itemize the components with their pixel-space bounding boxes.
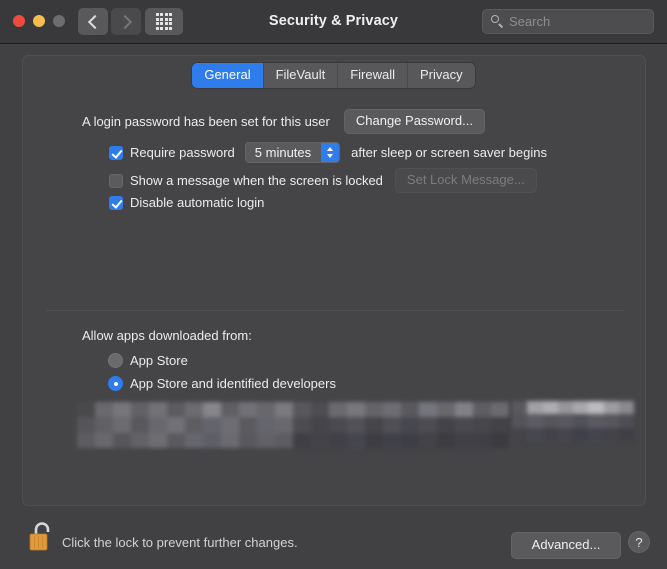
show-lock-message-checkbox[interactable]: [109, 173, 123, 188]
allow-apps-heading-label: Allow apps downloaded from:: [82, 328, 252, 343]
advanced-button[interactable]: Advanced...: [511, 532, 621, 559]
lock-message-label: Click the lock to prevent further change…: [62, 535, 298, 550]
blurred-content-block-right: [512, 401, 634, 441]
security-privacy-window: Security & Privacy Search A login passwo…: [0, 0, 667, 569]
help-button[interactable]: ?: [628, 531, 650, 553]
show-lock-message-label: Show a message when the screen is locked: [130, 173, 383, 188]
tab-firewall[interactable]: Firewall: [338, 63, 409, 88]
search-icon: [491, 15, 504, 28]
stepper-icon[interactable]: [321, 143, 340, 162]
require-password-label: Require password: [130, 145, 235, 160]
change-password-button[interactable]: Change Password...: [343, 109, 485, 134]
search-field[interactable]: Search: [482, 9, 654, 34]
disable-automatic-login-label: Disable automatic login: [130, 195, 265, 210]
preferences-tab-bar: General FileVault Firewall Privacy: [0, 63, 667, 88]
show-lock-message-row: Show a message when the screen is locked…: [109, 168, 537, 193]
login-password-status: A login password has been set for this u…: [82, 114, 330, 129]
allow-apps-heading: Allow apps downloaded from:: [82, 328, 252, 343]
lock-button[interactable]: [22, 518, 60, 556]
login-password-row: A login password has been set for this u…: [82, 109, 485, 134]
require-password-suffix: after sleep or screen saver begins: [351, 145, 547, 160]
search-placeholder: Search: [509, 14, 551, 29]
section-divider: [46, 310, 624, 311]
tab-filevault[interactable]: FileVault: [263, 63, 339, 88]
window-titlebar: Security & Privacy Search: [0, 0, 667, 44]
tab-general[interactable]: General: [192, 63, 264, 88]
require-password-row: Require password 5 minutes after sleep o…: [109, 142, 547, 163]
advanced-button-wrap: Advanced...: [511, 532, 621, 559]
app-store-identified-developers-radio[interactable]: [108, 376, 123, 391]
set-lock-message-button[interactable]: Set Lock Message...: [394, 168, 537, 193]
disable-automatic-login-checkbox[interactable]: [109, 195, 123, 210]
require-password-delay-value: 5 minutes: [245, 143, 322, 162]
unlocked-padlock-icon: [29, 522, 50, 551]
tab-privacy[interactable]: Privacy: [408, 63, 475, 88]
app-store-identified-developers-radio-label: App Store and identified developers: [130, 376, 336, 391]
require-password-checkbox[interactable]: [109, 145, 123, 160]
app-store-radio-label: App Store: [130, 353, 188, 368]
app-store-radio[interactable]: [108, 353, 123, 368]
allow-apps-option-app-store[interactable]: App Store: [108, 353, 188, 368]
allow-apps-option-identified-developers[interactable]: App Store and identified developers: [108, 376, 336, 391]
disable-automatic-login-row: Disable automatic login: [109, 195, 264, 210]
blurred-content-block-left: [77, 402, 509, 448]
require-password-delay-popup[interactable]: 5 minutes: [244, 142, 341, 163]
general-settings-panel: A login password has been set for this u…: [22, 55, 646, 506]
